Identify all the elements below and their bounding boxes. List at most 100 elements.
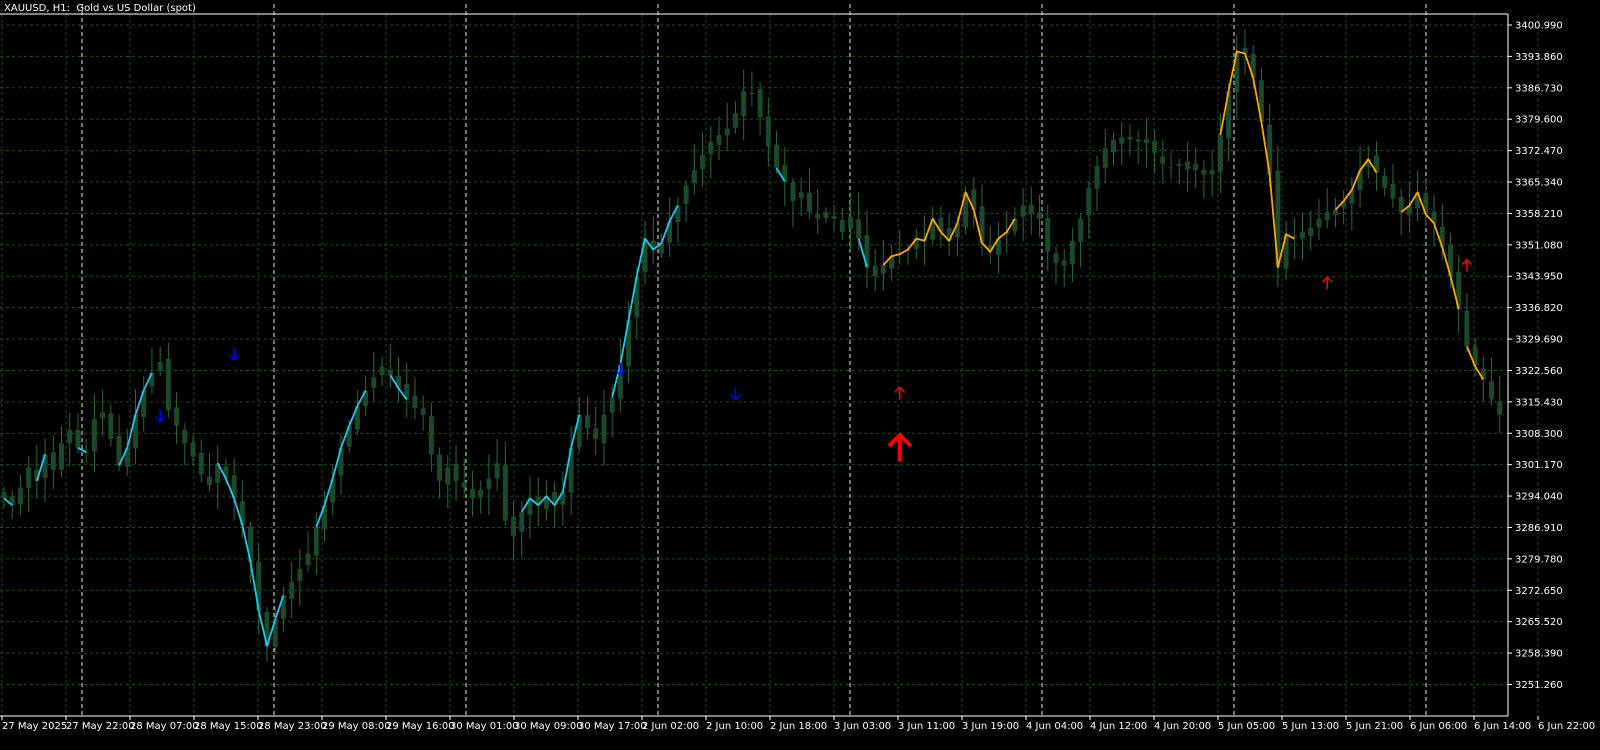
- candle-body: [371, 377, 377, 388]
- time-label: 6 Jun 06:00: [1410, 721, 1467, 732]
- candle-body: [1152, 140, 1158, 153]
- time-label: 28 May 07:00: [130, 721, 199, 732]
- price-label: 3372.470: [1515, 146, 1563, 157]
- time-label: 27 May 2025: [2, 721, 67, 732]
- candle-body: [790, 182, 796, 202]
- candle-body: [856, 219, 862, 239]
- candle-body: [478, 489, 484, 498]
- candle-body: [1160, 156, 1166, 164]
- candle-body: [198, 452, 204, 475]
- candle-body: [17, 487, 23, 505]
- time-label: 29 May 08:00: [322, 721, 391, 732]
- candle-body: [741, 91, 747, 116]
- price-label: 3315.430: [1515, 397, 1563, 408]
- time-label: 30 May 09:00: [514, 721, 583, 732]
- candle-body: [297, 568, 303, 581]
- candle-body: [428, 416, 434, 455]
- candle-body: [1, 491, 7, 499]
- candle-body: [1094, 165, 1100, 189]
- price-label: 3336.820: [1515, 303, 1563, 314]
- candle-body: [1300, 231, 1306, 239]
- time-label: 2 Jun 02:00: [642, 721, 699, 732]
- candle-body: [182, 429, 188, 444]
- candle-body: [1489, 381, 1495, 400]
- chart-title: XAUUSD, H1: Gold vs US Dollar (spot): [4, 3, 196, 14]
- candle-body: [716, 135, 722, 145]
- candle-body: [1497, 401, 1503, 415]
- time-label: 6 Jun 14:00: [1474, 721, 1531, 732]
- chart-window[interactable]: 3400.990 3393.860 3386.730 3379.600 3372.470…: [0, 0, 1600, 750]
- candle-body: [1143, 139, 1149, 143]
- time-label: 5 Jun 05:00: [1218, 721, 1275, 732]
- candle-body: [1390, 183, 1396, 199]
- time-label: 5 Jun 21:00: [1346, 721, 1403, 732]
- candle-body: [872, 265, 878, 277]
- candle-body: [387, 369, 393, 376]
- candle-body: [757, 89, 763, 118]
- candle-body: [724, 128, 730, 136]
- candle-body: [445, 467, 451, 485]
- candle-body: [708, 141, 714, 154]
- signal-arrow-down: [228, 347, 240, 361]
- time-label: 4 Jun 20:00: [1154, 721, 1211, 732]
- price-chart[interactable]: 3400.990 3393.860 3386.730 3379.600 3372.470…: [0, 0, 1600, 750]
- price-label: 3365.340: [1515, 178, 1563, 189]
- candle-body: [174, 407, 180, 426]
- signal-arrows: [154, 258, 1473, 462]
- candle-body: [379, 366, 385, 376]
- price-label: 3279.780: [1515, 554, 1563, 565]
- candle-body: [108, 413, 114, 439]
- time-label: 4 Jun 12:00: [1090, 721, 1147, 732]
- candle-body: [1316, 218, 1322, 228]
- candle-body: [50, 452, 56, 470]
- candle-body: [1168, 167, 1174, 169]
- candle-body: [700, 154, 706, 170]
- candle-body: [749, 93, 755, 95]
- time-label: 2 Jun 18:00: [770, 721, 827, 732]
- price-label: 3251.260: [1515, 680, 1563, 691]
- candle-body: [502, 465, 508, 521]
- candle-body: [420, 408, 426, 415]
- candle-body: [486, 478, 492, 489]
- candle-body: [1184, 161, 1190, 170]
- time-label: 6 Jun 22:00: [1538, 721, 1595, 732]
- candle-body: [165, 358, 171, 411]
- candle-body: [798, 192, 804, 199]
- candle-body: [1176, 164, 1182, 166]
- candle-body: [453, 464, 459, 481]
- candle-body: [1193, 164, 1199, 171]
- candle-body: [67, 430, 73, 444]
- candle-body: [774, 144, 780, 169]
- candle-body: [461, 482, 467, 488]
- price-label: 3308.300: [1515, 429, 1563, 440]
- candle-body: [1464, 310, 1470, 347]
- candle-body: [1332, 209, 1338, 216]
- price-label: 3358.210: [1515, 209, 1563, 220]
- signal-arrow-up: [887, 432, 913, 462]
- candle-body: [593, 428, 599, 439]
- candle-body: [839, 220, 845, 232]
- candle-body: [1045, 217, 1051, 252]
- candle-body: [1069, 240, 1075, 265]
- candle-body: [585, 415, 591, 428]
- candle-body: [848, 216, 854, 229]
- time-label: 5 Jun 13:00: [1282, 721, 1339, 732]
- candle-body: [1053, 253, 1059, 263]
- price-label: 3379.600: [1515, 115, 1563, 126]
- candle-body: [1308, 227, 1314, 236]
- candle-body: [412, 395, 418, 409]
- price-label: 3351.080: [1515, 240, 1563, 251]
- candle-body: [511, 516, 517, 536]
- candle-body: [1086, 187, 1092, 216]
- time-label: 28 May 15:00: [194, 721, 263, 732]
- candle-body: [1382, 175, 1388, 188]
- candle-body: [1037, 212, 1043, 219]
- price-label: 3258.390: [1515, 649, 1563, 660]
- price-label: 3272.650: [1515, 586, 1563, 597]
- price-label: 3400.990: [1515, 21, 1563, 32]
- candle-body: [206, 476, 212, 486]
- price-label: 3343.950: [1515, 272, 1563, 283]
- time-label: 2 Jun 10:00: [706, 721, 763, 732]
- price-axis-labels: 3400.990 3393.860 3386.730 3379.600 3372.470…: [1515, 21, 1563, 692]
- candles: [1, 29, 1503, 662]
